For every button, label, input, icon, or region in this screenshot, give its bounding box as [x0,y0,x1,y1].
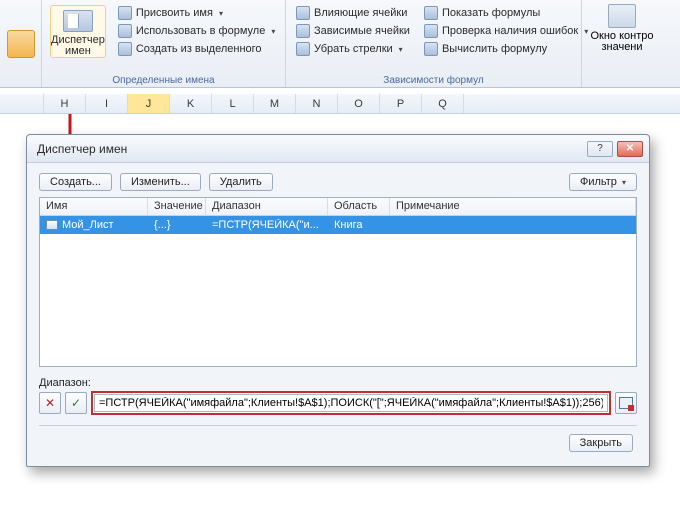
error-checking-label: Проверка наличия ошибок [442,25,578,37]
row-name: Мой_Лист [62,219,114,231]
list-row[interactable]: Мой_Лист {...} =ПСТР(ЯЧЕЙКА("и... Книга [40,216,636,234]
trace-dependents-icon [296,24,310,38]
row-value: {...} [148,219,206,231]
insert-function-icon[interactable] [7,30,35,58]
trace-dependents-label: Зависимые ячейки [314,25,410,37]
create-from-selection-label: Создать из выделенного [136,43,262,55]
define-name-icon [118,6,132,20]
show-formulas-icon [424,6,438,20]
remove-arrows-button[interactable]: Убрать стрелки ▾ [292,41,414,57]
evaluate-formula-label: Вычислить формулу [442,43,547,55]
filter-button-label: Фильтр [580,176,617,188]
dialog-title: Диспетчер имен [37,142,127,156]
col-comment-header[interactable]: Примечание [390,198,636,215]
show-formulas-label: Показать формулы [442,7,540,19]
column-header[interactable]: M [254,94,296,113]
column-headers: H I J K L M N O P Q [0,94,680,114]
accept-edit-button[interactable]: ✓ [65,392,87,414]
trace-precedents-label: Влияющие ячейки [314,7,407,19]
range-label: Диапазон: [39,377,637,389]
use-in-formula-button[interactable]: Использовать в формуле ▾ [114,23,280,39]
create-from-selection-icon [118,42,132,56]
column-header[interactable]: H [44,94,86,113]
column-header[interactable]: L [212,94,254,113]
col-value-header[interactable]: Значение [148,198,206,215]
defined-names-group-title: Определенные имена [42,75,285,86]
dropdown-arrow-icon: ▾ [399,45,403,54]
define-name-label: Присвоить имя [136,7,213,19]
trace-precedents-icon [296,6,310,20]
defined-name-icon [46,220,58,230]
dropdown-arrow-icon: ▾ [219,9,223,18]
use-in-formula-icon [118,24,132,38]
remove-arrows-icon [296,42,310,56]
define-name-button[interactable]: Присвоить имя ▾ [114,5,280,21]
column-header[interactable]: P [380,94,422,113]
name-manager-icon [63,10,93,32]
cancel-edit-button[interactable]: ✕ [39,392,61,414]
collapse-dialog-button[interactable] [615,392,637,414]
column-header[interactable]: Q [422,94,464,113]
row-refersto: =ПСТР(ЯЧЕЙКА("и... [206,219,328,231]
edit-button[interactable]: Изменить... [120,173,201,191]
formula-auditing-group-title: Зависимости формул [286,75,581,86]
col-refersto-header[interactable]: Диапазон [206,198,328,215]
evaluate-formula-icon [424,42,438,56]
column-header[interactable]: I [86,94,128,113]
col-scope-header[interactable]: Область [328,198,390,215]
help-button[interactable]: ? [587,141,613,157]
column-header[interactable]: O [338,94,380,113]
close-button[interactable]: ✕ [617,141,643,157]
trace-dependents-button[interactable]: Зависимые ячейки [292,23,414,39]
watch-window-label: Окно контро значени [590,31,653,53]
trace-precedents-button[interactable]: Влияющие ячейки [292,5,414,21]
error-checking-button[interactable]: Проверка наличия ошибок ▾ [420,23,592,39]
name-manager-label: Диспетчер имен [51,35,105,57]
create-from-selection-button[interactable]: Создать из выделенного [114,41,280,57]
filter-button[interactable]: Фильтр ▾ [569,173,637,191]
name-manager-button[interactable]: Диспетчер имен [50,5,106,58]
name-manager-dialog: Диспетчер имен ? ✕ Создать... Изменить..… [26,134,650,467]
remove-arrows-label: Убрать стрелки [314,43,393,55]
show-formulas-button[interactable]: Показать формулы [420,5,592,21]
row-scope: Книга [328,219,390,231]
close-dialog-button[interactable]: Закрыть [569,434,633,452]
delete-button[interactable]: Удалить [209,173,273,191]
column-header[interactable]: N [296,94,338,113]
col-name-header[interactable]: Имя [40,198,148,215]
names-list[interactable]: Имя Значение Диапазон Область Примечание… [39,197,637,367]
error-checking-icon [424,24,438,38]
dropdown-arrow-icon: ▾ [271,27,275,36]
new-button[interactable]: Создать... [39,173,112,191]
evaluate-formula-button[interactable]: Вычислить формулу [420,41,592,57]
range-input[interactable] [94,394,608,412]
range-input-highlight [91,391,611,415]
dropdown-arrow-icon: ▾ [622,178,626,187]
column-header[interactable]: K [170,94,212,113]
use-in-formula-label: Использовать в формуле [136,25,266,37]
column-header[interactable]: J [128,94,170,113]
watch-window-icon[interactable] [608,4,636,28]
